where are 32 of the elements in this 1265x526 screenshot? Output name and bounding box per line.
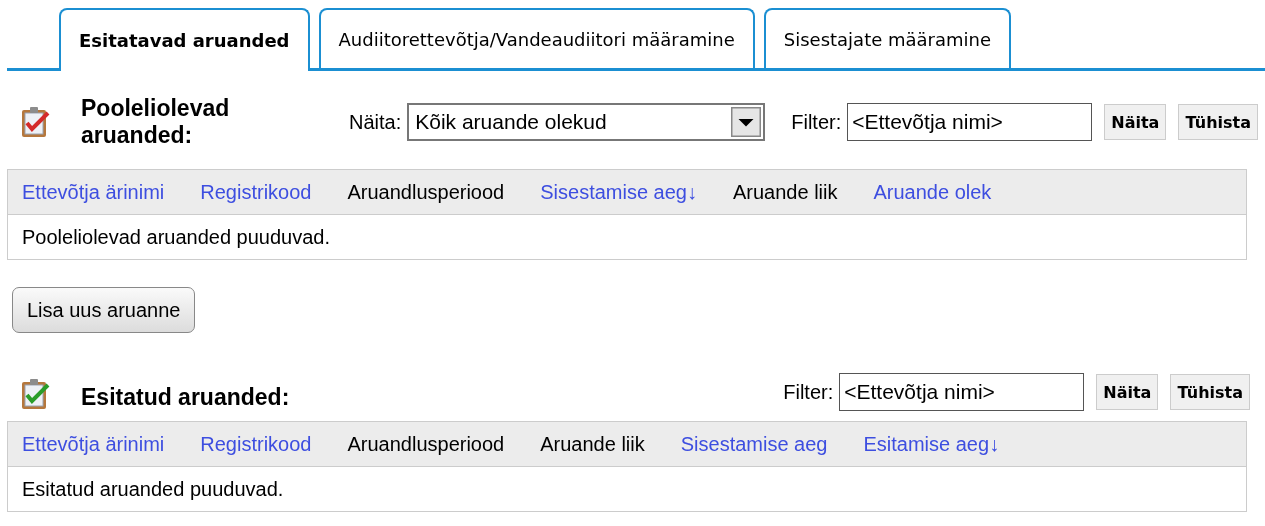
column-header: Aruandlusperiood <box>347 432 505 456</box>
column-header-link[interactable]: Registrikood <box>200 180 312 204</box>
filter-field[interactable]: <Ettevõtja nimi> <box>839 373 1085 411</box>
clipboard-check-icon <box>19 105 51 139</box>
column-header: Aruande liik <box>733 180 838 204</box>
add-report-button[interactable]: Lisa uus aruanne <box>12 287 196 333</box>
column-header-link[interactable]: Sisestamise aeg <box>680 432 828 456</box>
filter-field[interactable]: <Ettevõtja nimi> <box>847 103 1093 141</box>
status-dropdown[interactable]: Kõik aruande olekud <box>407 103 766 141</box>
clipboard-check-icon <box>19 377 51 411</box>
column-header-link[interactable]: Esitamise aeg↓ <box>863 432 1000 456</box>
filter-label: Filter: <box>783 380 834 404</box>
column-header: Aruandlusperiood <box>347 180 505 204</box>
tab[interactable]: Esitatavad aruanded <box>59 8 310 71</box>
empty-message: Esitatud aruanded puuduvad. <box>22 477 284 501</box>
column-header-link[interactable]: Ettevõtja ärinimi <box>22 180 165 204</box>
filter-button[interactable]: Tühista <box>1170 374 1250 410</box>
filter-button[interactable]: Näita <box>1096 374 1159 410</box>
empty-message: Pooleliolevad aruanded puuduvad. <box>22 225 331 249</box>
show-label: Näita: <box>349 110 402 134</box>
section-title: Esitatud aruanded: <box>81 384 290 411</box>
column-header: Aruande liik <box>540 432 645 456</box>
section-title: Pooleliolevad aruanded: <box>81 95 231 149</box>
column-header-link[interactable]: Aruande olek <box>873 180 992 204</box>
filter-label: Filter: <box>791 110 842 134</box>
tab[interactable]: Sisestajate määramine <box>763 8 1012 68</box>
column-header-link[interactable]: Ettevõtja ärinimi <box>22 432 165 456</box>
filter-button[interactable]: Tühista <box>1178 104 1258 140</box>
filter-button[interactable]: Näita <box>1104 104 1167 140</box>
column-header-link[interactable]: Registrikood <box>200 432 312 456</box>
column-header-link[interactable]: Sisestamise aeg↓ <box>540 180 697 204</box>
tab[interactable]: Audiitorettevõtja/Vandeaudiitori määramine <box>318 8 755 68</box>
